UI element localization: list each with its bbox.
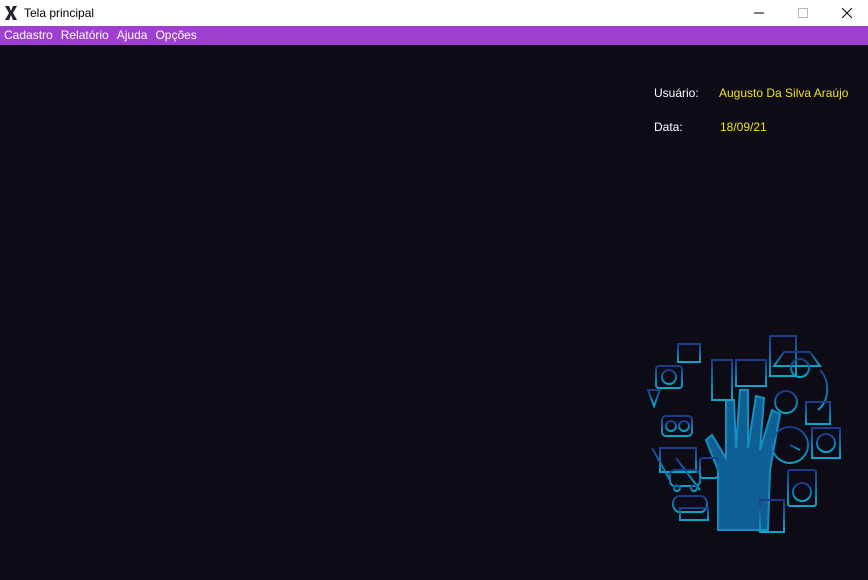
menu-bar: Cadastro Relatório Ajuda Opções <box>0 26 868 45</box>
close-icon <box>842 8 852 18</box>
menu-relatorio[interactable]: Relatório <box>57 26 113 45</box>
window-titlebar: Tela principal <box>0 0 868 26</box>
date-label: Data: <box>654 120 683 134</box>
hand-with-home-appliances-icon <box>646 335 841 533</box>
maximize-icon <box>798 8 808 18</box>
date-value: 18/09/21 <box>720 120 767 134</box>
user-value: Augusto Da Silva Araújo <box>719 86 849 100</box>
menu-opcoes[interactable]: Opções <box>151 26 200 45</box>
app-logo-icon <box>5 6 17 20</box>
menu-ajuda[interactable]: Ajuda <box>113 26 152 45</box>
window-title: Tela principal <box>24 6 95 20</box>
minimize-button[interactable] <box>736 0 782 26</box>
user-label: Usuário: <box>654 86 699 100</box>
menu-cadastro[interactable]: Cadastro <box>0 26 57 45</box>
close-button[interactable] <box>824 0 868 26</box>
maximize-button[interactable] <box>780 0 826 26</box>
minimize-icon <box>754 12 764 14</box>
